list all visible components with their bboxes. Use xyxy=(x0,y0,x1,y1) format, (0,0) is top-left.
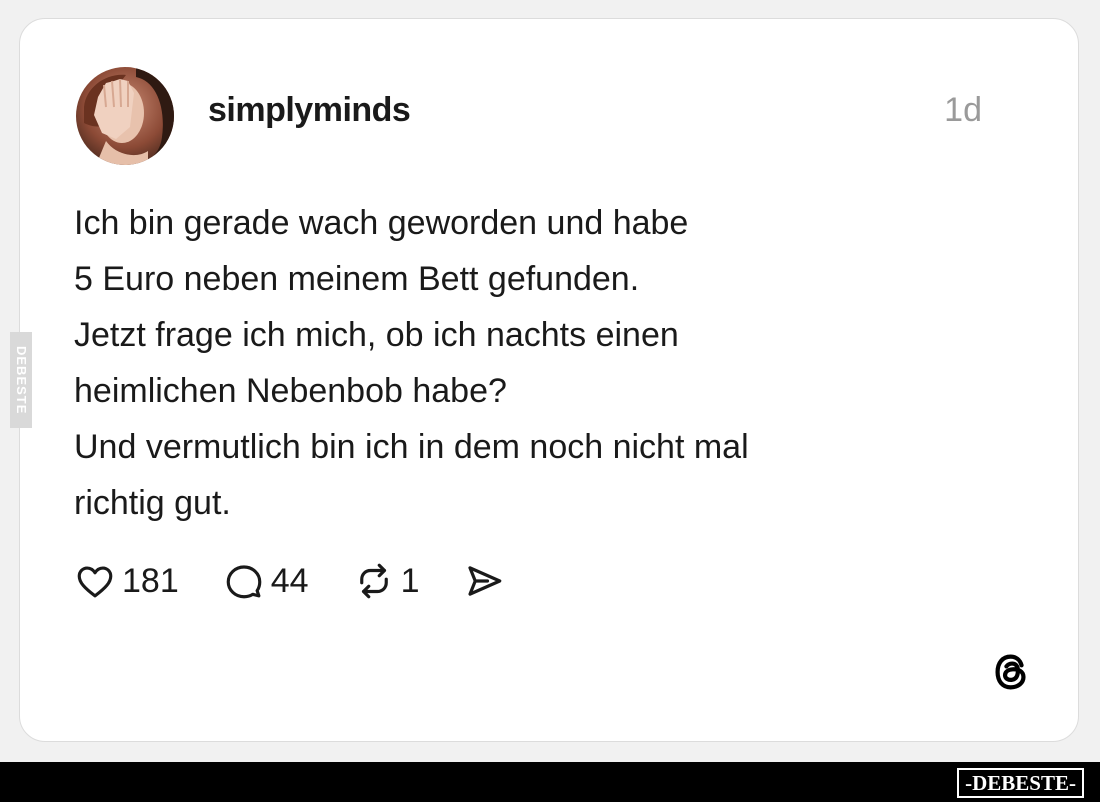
reply-button[interactable]: 44 xyxy=(223,560,309,602)
like-button[interactable]: 181 xyxy=(74,560,179,602)
post-text-line: richtig gut. xyxy=(74,484,231,522)
post-text-line: Jetzt frage ich mich, ob ich nachts eine… xyxy=(74,316,679,354)
avatar-photo xyxy=(76,67,174,165)
repost-count: 1 xyxy=(400,561,420,600)
post-text-line: Ich bin gerade wach geworden und habe xyxy=(74,204,689,242)
post-text: Ich bin gerade wach geworden und habe 5 … xyxy=(74,195,954,531)
repost-button[interactable]: 1 xyxy=(353,560,420,602)
comment-icon xyxy=(226,565,262,599)
side-watermark: DEBESTE xyxy=(10,332,32,428)
avatar[interactable] xyxy=(76,67,174,165)
footer-bar: -DEBESTE- xyxy=(0,762,1100,802)
heart-icon xyxy=(77,566,113,598)
reply-count: 44 xyxy=(270,561,309,600)
post-card: simplyminds 1d Ich bin gerade wach gewor… xyxy=(19,18,1079,742)
threads-logo-icon[interactable] xyxy=(988,649,1034,700)
share-button[interactable] xyxy=(463,560,505,602)
send-icon xyxy=(468,566,502,596)
post-text-line: 5 Euro neben meinem Bett gefunden. xyxy=(74,260,640,298)
post-text-line: Und vermutlich bin ich in dem noch nicht… xyxy=(74,428,749,466)
footer-watermark: -DEBESTE- xyxy=(957,768,1084,798)
post-timestamp: 1d xyxy=(944,91,982,129)
username[interactable]: simplyminds xyxy=(208,91,411,130)
post-text-line: heimlichen Nebenbob habe? xyxy=(74,372,507,410)
like-count: 181 xyxy=(122,561,179,600)
repost-icon xyxy=(359,563,388,599)
post-actions: 181 44 1 xyxy=(74,559,549,603)
